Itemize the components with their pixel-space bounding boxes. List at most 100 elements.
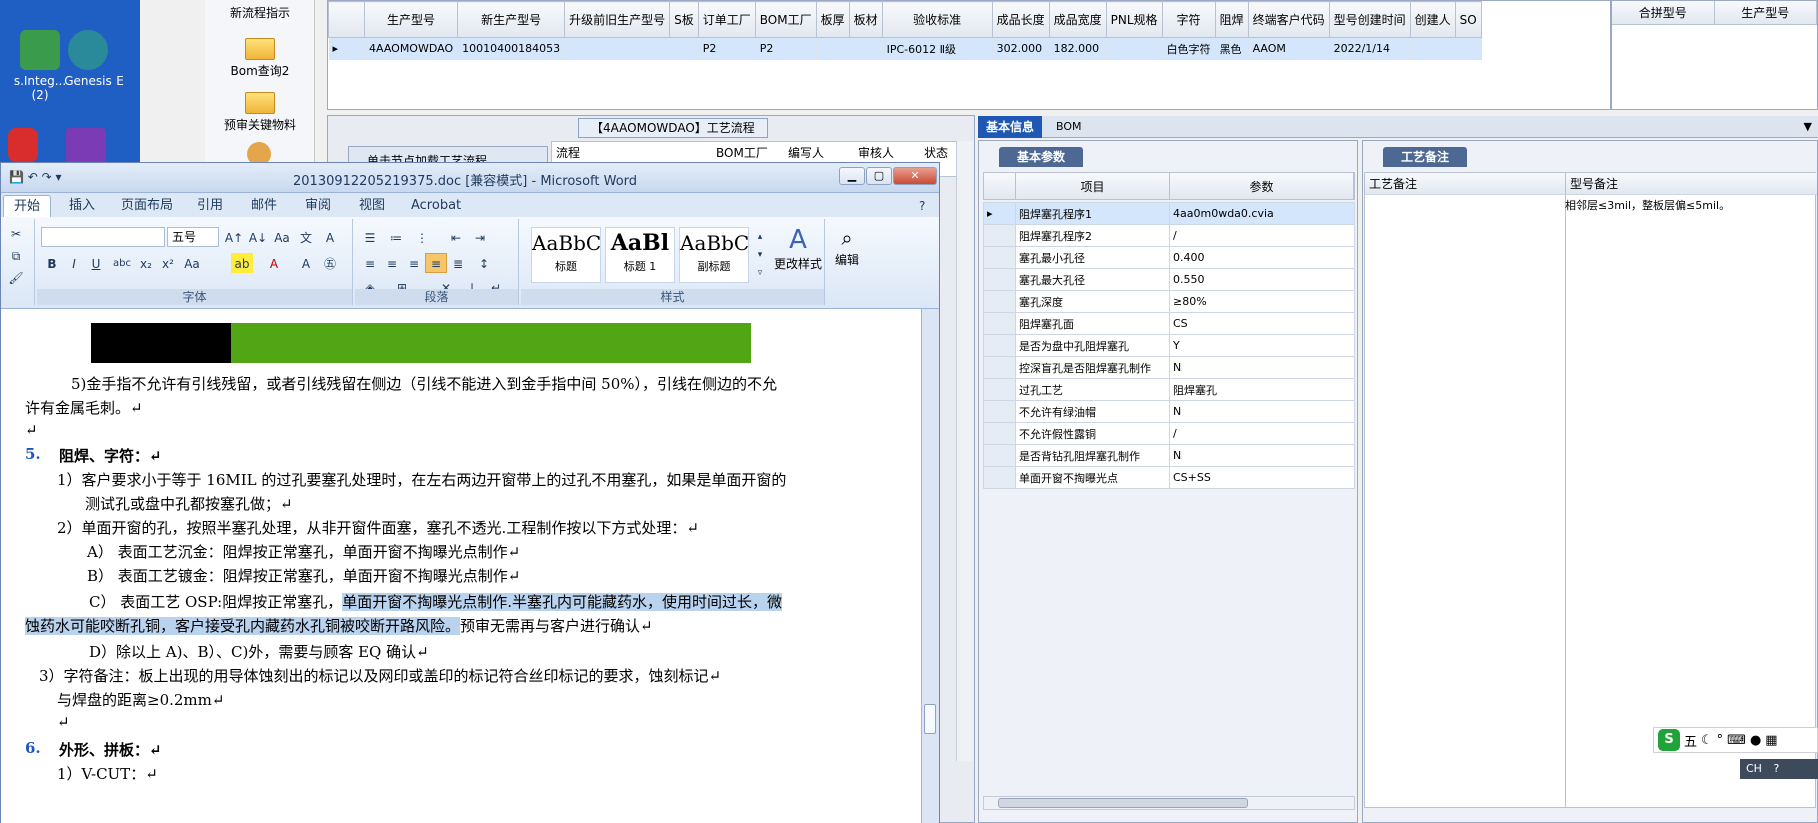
red-app-icon[interactable] [8, 128, 38, 162]
column-header[interactable]: PNL规格 [1105, 1, 1163, 38]
param-value[interactable]: 0.550 [1169, 268, 1355, 291]
table-cell[interactable] [849, 37, 883, 60]
help-icon[interactable]: ? [1773, 762, 1779, 775]
change-styles-button[interactable]: A 更改样式 [771, 225, 825, 272]
table-cell[interactable]: 黑色 [1215, 37, 1249, 60]
font-size-combo[interactable]: 五号 [167, 227, 219, 247]
column-header[interactable]: 成品宽度 [1048, 1, 1107, 38]
table-row[interactable]: 塞孔深度 ≥80% [983, 290, 1355, 313]
quick-access-toolbar[interactable]: 💾 ↶ ↷ ▾ [9, 170, 62, 184]
char-shading-icon[interactable]: A [295, 253, 317, 273]
tab-insert[interactable]: 插入 [69, 195, 95, 217]
bullets-icon[interactable]: ☰ [359, 227, 381, 247]
column-header[interactable]: 审核人 [858, 144, 894, 161]
strikethrough-icon[interactable]: abc [111, 253, 133, 273]
minimize-button[interactable]: ▁ [839, 167, 865, 185]
column-header[interactable]: 状态 [924, 144, 948, 161]
tab-bom[interactable]: BOM [1056, 116, 1082, 138]
desktop-icon-e[interactable]: E [100, 74, 140, 88]
table-row[interactable]: 控深盲孔是否阻焊塞孔制作 N [983, 356, 1355, 379]
table-row[interactable]: ▸ 4AAOMOWDAO 10010400184053 P2 P2 IPC-60… [328, 37, 1482, 60]
tab-layout[interactable]: 页面布局 [121, 195, 173, 217]
table-row[interactable]: 是否为盘中孔阻焊塞孔 Y [983, 334, 1355, 357]
underline-icon[interactable]: U [85, 253, 107, 273]
align-left-icon[interactable]: ≡ [359, 253, 381, 273]
tab-craft-notes[interactable]: 工艺备注 [1383, 147, 1468, 167]
tool-new-process[interactable]: 新流程指示 [205, 4, 315, 21]
maximize-button[interactable]: ▢ [866, 167, 892, 185]
styles-more-icon[interactable]: ▴ ▾ ▿ [753, 227, 767, 283]
column-header[interactable]: 验收标准 [881, 1, 993, 38]
align-right-icon[interactable]: ≡ [403, 253, 425, 273]
table-row[interactable]: 过孔工艺 阻焊塞孔 [983, 378, 1355, 401]
column-header[interactable]: BOM工厂 [754, 1, 817, 38]
change-case-icon[interactable]: Aa [181, 253, 203, 273]
subscript-icon[interactable]: x₂ [135, 253, 157, 273]
column-header[interactable]: 成品长度 [991, 1, 1050, 38]
bold-icon[interactable]: B [41, 253, 63, 273]
table-cell[interactable] [1410, 37, 1456, 60]
numbering-icon[interactable]: ≔ [385, 227, 407, 247]
style-title[interactable]: AaBbC 标题 [531, 227, 601, 283]
tab-view[interactable]: 视图 [359, 195, 385, 217]
tab-home[interactable]: 开始 [3, 195, 52, 217]
column-header[interactable]: 型号创建时间 [1328, 1, 1411, 38]
table-row[interactable]: 阻焊塞孔面 CS [983, 312, 1355, 335]
keyboard-icon[interactable]: ⌨ [1727, 733, 1746, 748]
table-cell[interactable]: 182.000 [1049, 37, 1107, 60]
column-header[interactable]: 参数 [1170, 173, 1354, 199]
tool-prereview-material[interactable]: 预审关键物料 [205, 92, 315, 133]
table-row[interactable]: 不允许假性露铜 / [983, 422, 1355, 445]
ime-toolbar[interactable]: S 五 ☾ ° ⌨ ● ▦ [1653, 727, 1818, 753]
tab-references[interactable]: 引用 [197, 195, 223, 217]
grid-icon[interactable]: ▦ [1765, 733, 1777, 748]
column-header[interactable]: 创建人 [1409, 1, 1456, 38]
table-cell[interactable]: P2 [755, 37, 817, 60]
table-cell[interactable] [1455, 37, 1482, 60]
param-value[interactable]: N [1169, 400, 1355, 423]
italic-icon[interactable]: I [63, 253, 85, 273]
table-row[interactable]: 是否背钻孔阻焊塞孔制作 N [983, 444, 1355, 467]
doc-vertical-scrollbar[interactable] [921, 309, 939, 823]
table-row[interactable]: 塞孔最大孔径 0.550 [983, 268, 1355, 291]
column-header[interactable]: 新生产型号 [457, 1, 566, 38]
column-header[interactable]: 流程 [556, 144, 580, 161]
help-icon[interactable]: ? [919, 195, 925, 217]
chevron-down-icon[interactable]: ▼ [1804, 120, 1812, 133]
enclose-char-icon[interactable]: ㊄ [319, 253, 341, 273]
table-cell[interactable]: P2 [698, 37, 756, 60]
copy-icon[interactable]: ⧉ [5, 245, 27, 265]
multilevel-icon[interactable]: ⋮ [411, 227, 433, 247]
table-cell[interactable]: 302.000 [992, 37, 1050, 60]
param-value[interactable]: N [1169, 444, 1355, 467]
font-color-icon[interactable]: A [263, 253, 285, 273]
line-spacing-icon[interactable]: ↕ [473, 253, 495, 273]
column-header[interactable]: BOM工厂 [716, 144, 768, 161]
x-app-icon[interactable] [66, 128, 106, 164]
table-cell[interactable]: 10010400184053 [457, 37, 566, 60]
table-cell[interactable] [564, 37, 671, 60]
param-value[interactable]: ≥80% [1169, 290, 1355, 313]
scroll-thumb[interactable] [998, 798, 1248, 808]
language-bar[interactable]: CH ? [1740, 759, 1818, 779]
table-cell[interactable]: 白色字符 [1162, 37, 1216, 60]
model-note-text[interactable]: 相邻层≤3mil，整板层偏≤5mil。 [1565, 197, 1730, 213]
user-icon[interactable]: ● [1750, 733, 1761, 748]
param-value[interactable]: 阻焊塞孔 [1169, 378, 1355, 401]
column-header[interactable]: 生产型号 [363, 1, 459, 38]
column-header[interactable]: 板材 [848, 1, 883, 38]
tab-acrobat[interactable]: Acrobat [411, 195, 461, 217]
style-heading1[interactable]: AaBl 标题 1 [605, 227, 675, 283]
process-scrollbar[interactable] [956, 141, 973, 761]
char-border-icon[interactable]: A [319, 227, 341, 247]
table-cell[interactable] [1106, 37, 1163, 60]
shrink-font-icon[interactable]: A↓ [247, 227, 269, 247]
column-header[interactable]: 工艺备注 [1365, 173, 1565, 195]
tool-bom-query[interactable]: Bom查询2 [205, 38, 315, 79]
column-header[interactable]: SO [1454, 1, 1482, 38]
column-header[interactable]: 字符 [1161, 1, 1216, 38]
scroll-thumb[interactable] [924, 704, 936, 734]
table-row[interactable]: 阻焊塞孔程序2/ [983, 224, 1355, 247]
table-row[interactable]: 不允许有绿油帽 N [983, 400, 1355, 423]
table-cell[interactable]: 2022/1/14 [1329, 37, 1411, 60]
